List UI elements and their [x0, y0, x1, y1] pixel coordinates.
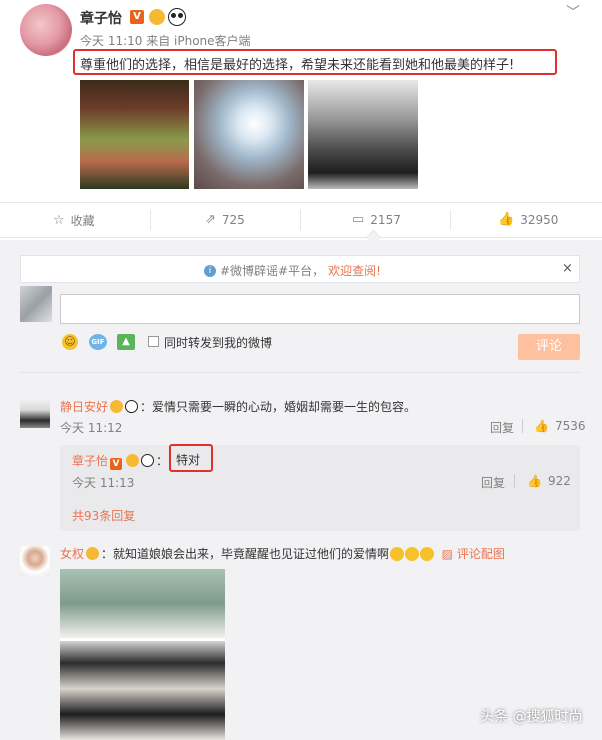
verified-badge-icon: V	[110, 458, 123, 470]
commenter-avatar[interactable]	[20, 546, 50, 576]
sub-reply-author[interactable]: 章子怡	[72, 454, 108, 468]
comment-image[interactable]	[60, 569, 225, 740]
watermark: 头条 @搜狐时尚	[480, 709, 583, 725]
sub-reply-text: 特对	[176, 453, 201, 467]
comment-input[interactable]	[60, 294, 580, 324]
notice-text: i #微博辟谣#平台， 欢迎查阅!	[204, 262, 381, 279]
commenter-avatar[interactable]	[20, 398, 50, 428]
sub-reply-time: 今天 11:13	[72, 476, 135, 490]
comment-time: 今天 11:12	[60, 421, 123, 435]
comment-image-link[interactable]: 评论配图	[457, 547, 505, 561]
post-image-3[interactable]	[308, 80, 418, 189]
post-image-2[interactable]	[194, 80, 304, 189]
repost-checkbox[interactable]	[148, 336, 159, 347]
like-button[interactable]: 👍 32950	[498, 212, 558, 227]
favorite-button[interactable]: ☆ 收藏	[53, 212, 95, 229]
repost-checkbox-label[interactable]: 同时转发到我的微博	[164, 334, 272, 351]
my-avatar	[20, 286, 52, 322]
comment-like-count: 7536	[554, 419, 586, 433]
chevron-down-icon[interactable]: ﹀	[566, 6, 580, 20]
divider	[300, 210, 301, 230]
panda-icon	[141, 454, 155, 467]
commenter-name[interactable]: 女权	[60, 547, 84, 561]
crying-emoji-icon	[405, 547, 420, 561]
comment-line: 静日安好 ：爱情只需要一瞬的心动，婚姻却需要一生的包容。	[60, 398, 416, 415]
crown-icon	[110, 400, 124, 413]
info-icon: i	[204, 264, 216, 277]
verified-badge-icon: V	[130, 10, 144, 24]
submit-comment-button[interactable]: 评论	[518, 334, 580, 360]
notice-prefix[interactable]: #微博辟谣#平台，	[220, 262, 324, 279]
thumbs-up-icon: 👍	[534, 419, 549, 433]
more-replies-link[interactable]: 共93条回复	[72, 507, 135, 524]
comment-text: ：就知道娘娘会出来，毕竟醒醒也见证过他们的爱情啊	[101, 547, 390, 561]
commenter-name[interactable]: 静日安好	[60, 400, 108, 414]
thumbs-up-icon: 👍	[527, 474, 542, 488]
post-image-1[interactable]	[80, 80, 189, 189]
reply-button[interactable]: 回复	[481, 474, 505, 491]
like-count: 32950	[520, 212, 559, 227]
crown-icon	[126, 454, 140, 467]
favorite-label: 收藏	[70, 214, 95, 228]
close-icon[interactable]: ×	[562, 261, 573, 276]
divider	[450, 210, 451, 230]
panda-icon	[125, 400, 139, 413]
crying-emoji-icon	[420, 547, 435, 561]
divider	[20, 372, 580, 373]
comment-line: 女权 ：就知道娘娘会出来，毕竟醒醒也见证过他们的爱情啊 ▨ 评论配图	[60, 545, 505, 562]
sub-reply-line: 章子怡 V ：	[72, 452, 168, 470]
repost-button[interactable]: ⇗ 725	[205, 212, 245, 227]
comment-icon: ▭	[352, 212, 365, 227]
post-meta: 今天 11:10 来自 iPhone客户端	[80, 34, 251, 48]
repost-count: 725	[221, 212, 245, 227]
star-icon: ☆	[53, 213, 65, 228]
thumbs-up-icon: 👍	[498, 212, 515, 227]
notice-link[interactable]: 欢迎查阅!	[328, 262, 381, 279]
gif-icon[interactable]: GIF	[89, 334, 107, 350]
author-avatar[interactable]	[20, 4, 72, 56]
sub-reply-like-button[interactable]: 👍 922	[527, 474, 571, 488]
comment-text: ：爱情只需要一瞬的心动，婚姻却需要一生的包容。	[140, 400, 417, 414]
divider	[514, 474, 515, 488]
comment-like-button[interactable]: 👍 7536	[534, 419, 586, 433]
reply-button[interactable]: 回复	[490, 419, 514, 436]
crying-emoji-icon	[390, 547, 405, 561]
crown-icon	[86, 547, 100, 560]
image-icon: ▨	[441, 547, 454, 561]
image-upload-icon[interactable]: ▲	[117, 334, 135, 350]
author-name[interactable]: 章子怡	[80, 8, 122, 28]
crown-icon	[149, 9, 165, 25]
image-split	[60, 638, 225, 641]
comment-count: 2157	[370, 212, 401, 227]
panda-icon	[168, 8, 186, 26]
comment-button[interactable]: ▭ 2157	[352, 212, 401, 227]
share-icon: ⇗	[205, 212, 216, 227]
emoji-icon[interactable]: ☺	[62, 334, 78, 350]
divider	[150, 210, 151, 230]
sub-reply-colon: ：	[156, 454, 169, 468]
post-text: 尊重他们的选择，相信是最好的选择，希望未来还能看到她和他最美的样子!	[80, 58, 515, 73]
divider	[522, 419, 523, 433]
sub-reply-like-count: 922	[547, 474, 571, 488]
